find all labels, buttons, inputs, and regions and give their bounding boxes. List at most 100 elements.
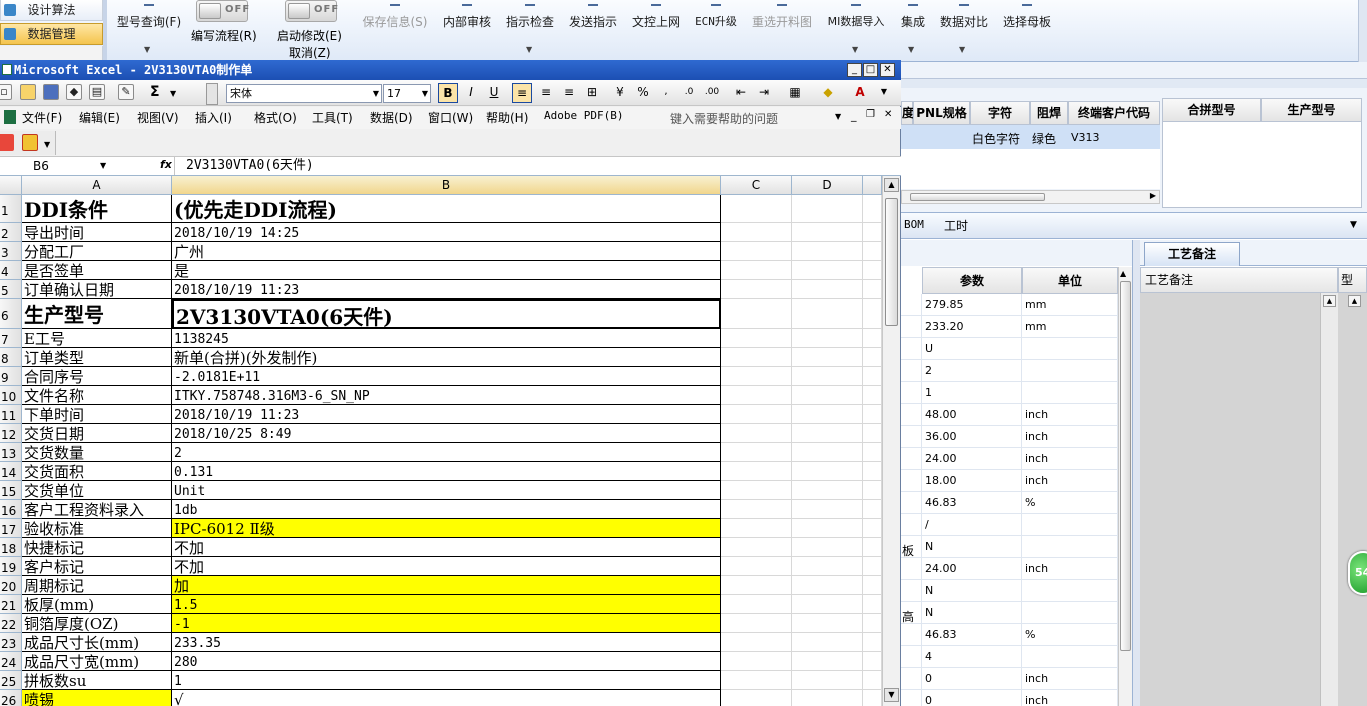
cell-b-value[interactable]: 2018/10/19 14:25 — [172, 223, 721, 242]
cell-e-empty[interactable] — [863, 481, 882, 500]
params-cell-value[interactable]: 0 — [922, 690, 1022, 706]
nav-tab-data-management[interactable]: 数据管理 — [0, 23, 103, 45]
start-modify-toggle[interactable]: OFF — [285, 0, 338, 22]
params-cell-value[interactable]: 233.20 — [922, 316, 1022, 338]
cell-c-empty[interactable] — [721, 690, 792, 706]
cell-d-empty[interactable] — [792, 614, 863, 633]
internal-review-button[interactable]: 内部审核 — [440, 0, 494, 48]
cell-d-empty[interactable] — [792, 348, 863, 367]
cell-c-empty[interactable] — [721, 329, 792, 348]
row-header[interactable]: 23 — [0, 633, 22, 652]
row-header[interactable]: 15 — [0, 481, 22, 500]
percent-button[interactable]: % — [633, 83, 653, 103]
menu-help[interactable]: 帮助(H) — [486, 109, 528, 126]
cell-e-empty[interactable] — [863, 690, 882, 706]
row-header[interactable]: 26 — [0, 690, 22, 706]
params-cell-unit[interactable]: % — [1022, 624, 1118, 646]
cell-a-label[interactable]: 成品尺寸长(mm) — [22, 633, 172, 652]
cell-e-empty[interactable] — [863, 424, 882, 443]
save-icon[interactable] — [43, 84, 59, 100]
mi-import-dropdown-icon[interactable]: ▼ — [852, 45, 858, 54]
cell-b-value[interactable]: 1138245 — [172, 329, 721, 348]
scroll-up-icon[interactable]: ▲ — [884, 178, 899, 192]
cell-a-label[interactable]: 快捷标记 — [22, 538, 172, 557]
scroll-thumb[interactable] — [910, 193, 1045, 201]
params-cell-unit[interactable]: mm — [1022, 316, 1118, 338]
cell-c-empty[interactable] — [721, 386, 792, 405]
params-cell-value[interactable]: 46.83 — [922, 624, 1022, 646]
menu-file[interactable]: 文件(F) — [22, 109, 62, 126]
params-cell-unit[interactable] — [1022, 580, 1118, 602]
pdf-toolbar-dropdown-icon[interactable]: ▼ — [44, 140, 50, 149]
integrate-dropdown-icon[interactable]: ▼ — [908, 45, 914, 54]
row-header[interactable]: 17 — [0, 519, 22, 538]
cell-d-empty[interactable] — [792, 223, 863, 242]
panel-splitter[interactable] — [1132, 240, 1140, 706]
cell-c-empty[interactable] — [721, 538, 792, 557]
params-cell-value[interactable]: / — [922, 514, 1022, 536]
cell-b-value[interactable]: 1db — [172, 500, 721, 519]
cell-d-empty[interactable] — [792, 405, 863, 424]
menu-window[interactable]: 窗口(W) — [428, 109, 473, 126]
cell-e-empty[interactable] — [863, 280, 882, 299]
cell-b-value[interactable]: ITKY.758748.316M3-6_SN_NP — [172, 386, 721, 405]
params-cell-value[interactable]: 48.00 — [922, 404, 1022, 426]
workbook-close-icon[interactable]: ✕ — [884, 109, 892, 120]
column-header-partial[interactable] — [863, 176, 882, 195]
cell-d-empty[interactable] — [792, 671, 863, 690]
format-painter-icon[interactable]: ✎ — [118, 84, 134, 100]
cell-a-label[interactable]: 交货数量 — [22, 443, 172, 462]
cell-d-empty[interactable] — [792, 538, 863, 557]
params-row-indicator[interactable] — [901, 316, 922, 338]
row-header[interactable]: 14 — [0, 462, 22, 481]
minimize-button[interactable]: _ — [847, 63, 862, 77]
row-header[interactable]: 25 — [0, 671, 22, 690]
integrate-button[interactable]: 集成 — [897, 0, 929, 48]
params-header-parameter[interactable]: 参数 — [922, 267, 1022, 294]
params-row-indicator[interactable] — [901, 360, 922, 382]
row-header[interactable]: 3 — [0, 242, 22, 261]
cell-d-empty[interactable] — [792, 481, 863, 500]
cell-c-empty[interactable] — [721, 519, 792, 538]
cell-a-label[interactable]: 拼板数su — [22, 671, 172, 690]
cell-e-empty[interactable] — [863, 500, 882, 519]
row-header[interactable]: 7 — [0, 329, 22, 348]
params-row-indicator[interactable] — [901, 448, 922, 470]
cell-a-label[interactable]: 交货日期 — [22, 424, 172, 443]
cell-e-empty[interactable] — [863, 242, 882, 261]
menu-data[interactable]: 数据(D) — [370, 109, 413, 126]
params-row-indicator[interactable] — [901, 646, 922, 668]
cell-e-empty[interactable] — [863, 367, 882, 386]
params-cell-value[interactable]: 18.00 — [922, 470, 1022, 492]
cell-a-label[interactable]: 订单确认日期 — [22, 280, 172, 299]
cell-d-empty[interactable] — [792, 519, 863, 538]
menu-insert[interactable]: 插入(I) — [195, 109, 232, 126]
maximize-button[interactable]: □ — [863, 63, 878, 77]
cell-c-empty[interactable] — [721, 595, 792, 614]
cell-e-empty[interactable] — [863, 652, 882, 671]
cell-c-empty[interactable] — [721, 348, 792, 367]
tab-work-hours[interactable]: 工时 — [944, 217, 968, 234]
params-cell-unit[interactable]: inch — [1022, 470, 1118, 492]
data-compare-dropdown-icon[interactable]: ▼ — [959, 45, 965, 54]
params-row-indicator[interactable] — [901, 470, 922, 492]
row-header[interactable]: 4 — [0, 261, 22, 280]
cell-d-empty[interactable] — [792, 299, 863, 329]
cell-e-empty[interactable] — [863, 633, 882, 652]
scroll-thumb[interactable] — [1120, 281, 1131, 651]
cell-a-label[interactable]: 导出时间 — [22, 223, 172, 242]
cell-b-value[interactable]: -2.0181E+11 — [172, 367, 721, 386]
scroll-down-icon[interactable]: ▼ — [884, 688, 899, 702]
cell-a-label[interactable]: 验收标准 — [22, 519, 172, 538]
params-cell-unit[interactable]: inch — [1022, 558, 1118, 580]
cell-d-empty[interactable] — [792, 500, 863, 519]
cell-e-empty[interactable] — [863, 386, 882, 405]
fx-icon[interactable]: fx — [160, 158, 172, 171]
cell-d-empty[interactable] — [792, 462, 863, 481]
decrease-decimal-icon[interactable]: .00 — [702, 83, 722, 103]
align-left-button[interactable]: ≡ — [512, 83, 532, 103]
row-header[interactable]: 9 — [0, 367, 22, 386]
grid-row-selected[interactable] — [901, 125, 1160, 149]
cell-d-empty[interactable] — [792, 261, 863, 280]
row-header[interactable]: 8 — [0, 348, 22, 367]
